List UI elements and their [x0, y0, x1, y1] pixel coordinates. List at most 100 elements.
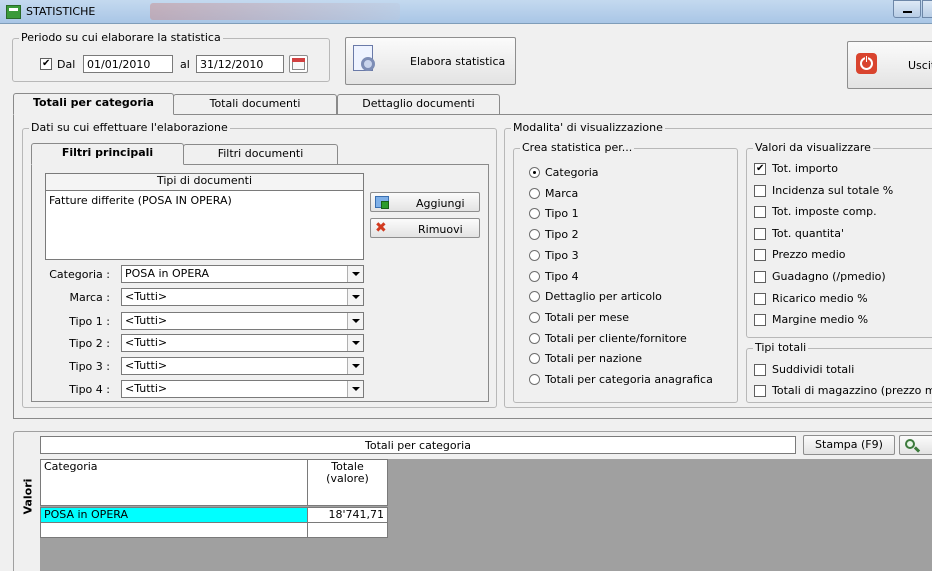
valori-label: Margine medio %: [772, 313, 869, 327]
tipo4-select[interactable]: <Tutti>: [121, 380, 364, 398]
remove-icon: ✖: [375, 220, 387, 236]
crea-option-label: Totali per nazione: [545, 352, 643, 366]
tab-filtri-principali[interactable]: Filtri principali: [31, 143, 184, 165]
chevron-down-icon[interactable]: [347, 335, 363, 351]
tipo1-label: Tipo 1 :: [69, 315, 110, 328]
valori-label: Tot. imposte comp.: [772, 205, 877, 219]
valori-checkbox-5[interactable]: [754, 271, 766, 283]
filters-legend: Dati su cui effettuare l'elaborazione: [29, 121, 230, 135]
crea-option-label: Tipo 4: [545, 269, 579, 283]
valori-group: Valori da visualizzare: [746, 141, 932, 338]
crea-radio-0[interactable]: [529, 167, 540, 178]
results-title: Totali per categoria: [40, 436, 796, 454]
tipo4-value: <Tutti>: [125, 382, 168, 395]
marca-select[interactable]: <Tutti>: [121, 288, 364, 306]
aggiungi-label: Aggiungi: [416, 197, 465, 210]
tipo2-select[interactable]: <Tutti>: [121, 334, 364, 352]
zoom-button[interactable]: [899, 435, 932, 455]
crea-radio-5[interactable]: [529, 270, 540, 282]
valori-label: Incidenza sul totale %: [772, 183, 894, 197]
col-totale-header[interactable]: Totale (valore): [307, 459, 388, 506]
stampa-button[interactable]: Stampa (F9): [803, 435, 895, 455]
uscita-label: Uscita: [908, 59, 932, 72]
dal-checkbox[interactable]: [40, 57, 52, 71]
crea-radio-7[interactable]: [529, 311, 540, 323]
row-categoria[interactable]: POSA in OPERA: [40, 507, 308, 523]
row-totale[interactable]: 18'741,71: [307, 507, 388, 523]
elabora-button[interactable]: Elabora statistica: [345, 37, 516, 85]
tipi-label: Suddividi totali: [772, 363, 855, 376]
chevron-down-icon[interactable]: [347, 358, 363, 374]
valori-checkbox-2[interactable]: [754, 206, 766, 219]
from-date-input[interactable]: 01/01/2010: [83, 55, 173, 73]
doc-types-list[interactable]: Fatture differite (POSA IN OPERA): [45, 190, 364, 260]
maximize-button[interactable]: [922, 0, 932, 18]
tipo3-value: <Tutti>: [125, 359, 168, 372]
title-bar: STATISTICHE: [0, 0, 932, 24]
valori-checkbox-7[interactable]: [754, 314, 766, 327]
tipo3-select[interactable]: <Tutti>: [121, 357, 364, 375]
col-totale-sublabel: (valore): [326, 472, 369, 485]
valori-label: Guadagno (/pmedio): [772, 270, 886, 283]
tab-dettaglio-documenti[interactable]: Dettaglio documenti: [337, 94, 500, 114]
crea-legend: Crea statistica per...: [520, 141, 635, 155]
results-grid[interactable]: Categoria Totale (valore) POSA in OPERA …: [40, 459, 932, 571]
tipi-checkbox-0[interactable]: [754, 364, 766, 376]
chevron-down-icon[interactable]: [347, 266, 363, 282]
valori-checkbox-6[interactable]: [754, 292, 766, 305]
empty-row-totale[interactable]: [307, 522, 388, 538]
categoria-value: POSA in OPERA: [125, 267, 209, 280]
crea-option-label: Marca: [545, 186, 579, 200]
tipo2-value: <Tutti>: [125, 336, 168, 349]
col-categoria-header[interactable]: Categoria: [40, 459, 308, 506]
tipi-label: Totali di magazzino (prezzo medio): [772, 384, 932, 397]
crea-option-label: Tipo 2: [545, 228, 579, 242]
tipo1-value: <Tutti>: [125, 314, 168, 327]
categoria-select[interactable]: POSA in OPERA: [121, 265, 364, 283]
tab-filtri-documenti[interactable]: Filtri documenti: [183, 144, 338, 164]
valori-label: Tot. importo: [772, 162, 838, 175]
doc-type-item[interactable]: Fatture differite (POSA IN OPERA): [49, 192, 360, 207]
minimize-button[interactable]: [893, 0, 921, 18]
al-label: al: [180, 58, 190, 71]
valori-checkbox-3[interactable]: [754, 227, 766, 240]
valori-checkbox-0[interactable]: [754, 162, 766, 176]
aggiungi-button[interactable]: Aggiungi: [370, 192, 480, 212]
gear-document-icon: [351, 45, 377, 75]
rimuovi-button[interactable]: ✖ Rimuovi: [370, 218, 480, 238]
marca-value: <Tutti>: [125, 290, 168, 303]
uscita-button[interactable]: Uscita: [847, 41, 932, 89]
valori-checkbox-1[interactable]: [754, 184, 766, 197]
tipo4-label: Tipo 4 :: [69, 383, 110, 396]
chevron-down-icon[interactable]: [347, 313, 363, 329]
calendar-icon[interactable]: [289, 55, 308, 73]
doc-types-header: Tipi di documenti: [45, 173, 364, 191]
crea-radio-1[interactable]: [529, 187, 540, 199]
tipo3-label: Tipo 3 :: [69, 360, 110, 373]
crea-option-label: Totali per cliente/fornitore: [545, 331, 687, 345]
crea-radio-10[interactable]: [529, 374, 540, 385]
to-date-input[interactable]: 31/12/2010: [196, 55, 284, 73]
rimuovi-label: Rimuovi: [418, 223, 463, 236]
crea-radio-4[interactable]: [529, 249, 540, 261]
crea-option-label: Dettaglio per articolo: [545, 290, 662, 304]
tab-totali-documenti[interactable]: Totali documenti: [173, 94, 337, 114]
empty-row-categoria[interactable]: [40, 522, 308, 538]
tipo2-label: Tipo 2 :: [69, 337, 110, 350]
chevron-down-icon[interactable]: [347, 289, 363, 305]
valori-checkbox-4[interactable]: [754, 249, 766, 262]
crea-option-label: Totali per categoria anagrafica: [545, 373, 713, 386]
crea-option-label: Totali per mese: [545, 310, 629, 324]
background-window-tab: [150, 3, 400, 20]
tab-totali-per-categoria[interactable]: Totali per categoria: [13, 93, 174, 115]
crea-radio-8[interactable]: [529, 332, 540, 344]
valori-legend: Valori da visualizzare: [753, 141, 873, 155]
valori-label: Prezzo medio: [772, 248, 846, 262]
marca-label: Marca :: [69, 291, 110, 304]
valori-side-tab[interactable]: Valori: [16, 432, 38, 571]
tipi-legend: Tipi totali: [753, 341, 809, 355]
tipo1-select[interactable]: <Tutti>: [121, 312, 364, 330]
tipi-checkbox-1[interactable]: [754, 385, 766, 397]
chevron-down-icon[interactable]: [347, 381, 363, 397]
crea-option-label: Tipo 3: [545, 248, 579, 262]
